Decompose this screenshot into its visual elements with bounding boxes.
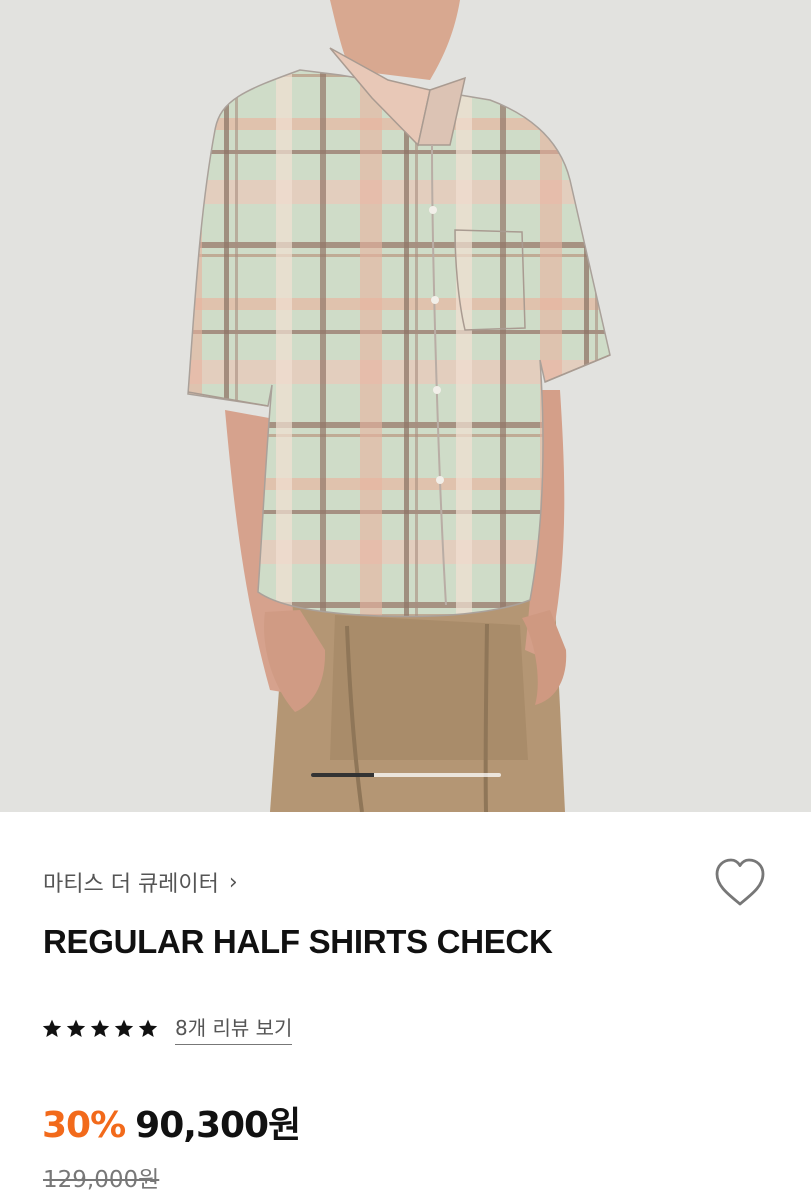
product-detail-page: 마티스 더 큐레이터 › REGULAR HALF SHIRTS CHECK 8… — [0, 0, 811, 1200]
product-image-carousel[interactable] — [0, 0, 811, 812]
rating-stars — [41, 1018, 159, 1040]
star-icon — [90, 1019, 110, 1037]
star-icon — [114, 1019, 134, 1037]
chevron-right-icon: › — [228, 869, 238, 895]
review-link[interactable]: 8개 리뷰 보기 — [175, 1012, 293, 1045]
heart-icon — [715, 858, 765, 906]
discount-rate: 30% — [42, 1105, 126, 1146]
price-row: 30% 90,300원 — [42, 1096, 301, 1148]
star-icon — [66, 1019, 86, 1037]
brand-label: 마티스 더 큐레이터 — [43, 872, 219, 897]
original-price: 129,000원 — [43, 1167, 160, 1193]
brand-link[interactable]: 마티스 더 큐레이터 › — [43, 866, 238, 898]
star-icon — [42, 1019, 62, 1037]
carousel-progress-bar — [311, 773, 501, 777]
rating-summary: 8개 리뷰 보기 — [41, 1012, 293, 1045]
product-image — [0, 0, 811, 812]
wishlist-button[interactable] — [712, 857, 768, 909]
sale-price: 90,300원 — [135, 1105, 301, 1146]
carousel-progress-fill — [311, 773, 374, 777]
product-title: REGULAR HALF SHIRTS CHECK — [43, 923, 553, 960]
star-icon — [138, 1019, 158, 1037]
